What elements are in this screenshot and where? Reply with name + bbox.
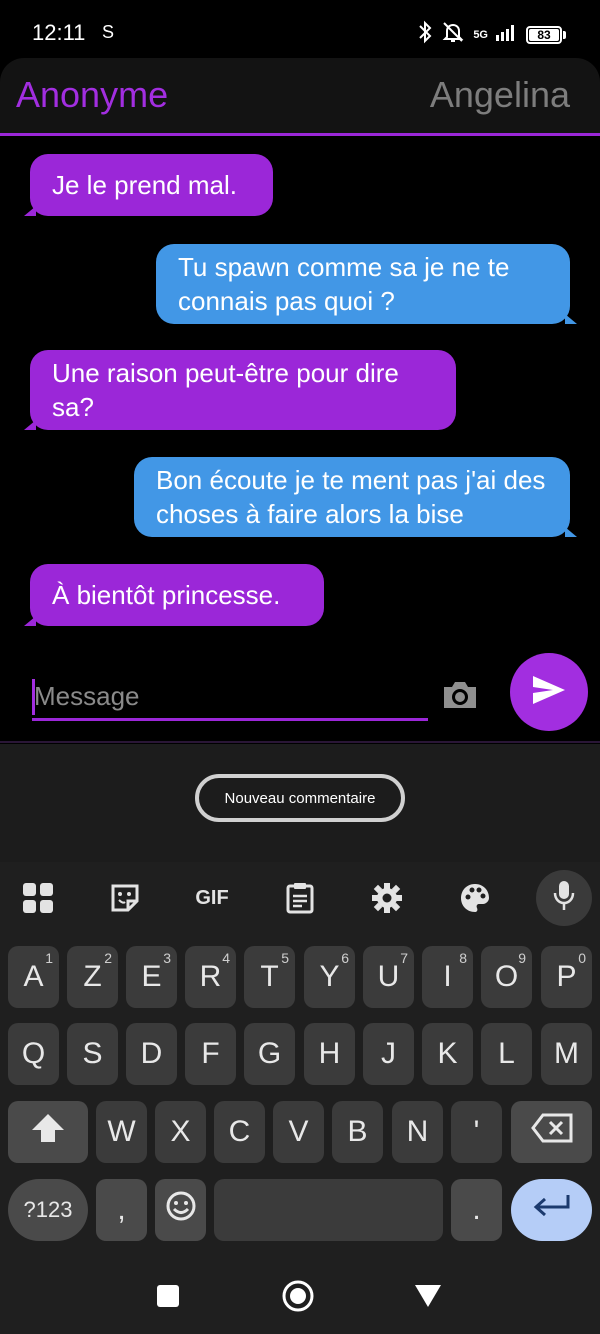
key-f[interactable]: F	[185, 1023, 236, 1085]
new-comment-button[interactable]: Nouveau commentaire	[195, 774, 405, 822]
battery-icon: 83	[526, 25, 566, 44]
enter-key[interactable]	[511, 1179, 592, 1241]
send-icon	[531, 674, 567, 711]
shift-key[interactable]	[8, 1101, 88, 1163]
settings-icon[interactable]	[365, 876, 409, 920]
compose-bar	[0, 645, 600, 743]
key-k[interactable]: K	[422, 1023, 473, 1085]
message-list: Je le prend mal. Tu spawn comme sa je ne…	[0, 140, 600, 640]
keyboard-toolbar: GIF	[0, 862, 600, 932]
key-v[interactable]: V	[273, 1101, 324, 1163]
emoji-key[interactable]	[155, 1179, 206, 1241]
key-w[interactable]: W	[96, 1101, 147, 1163]
message-text: Bon écoute je te ment pas j'ai des chose…	[156, 465, 546, 529]
status-bar: 12:11 S 5G 83	[0, 0, 600, 62]
message-bubble[interactable]: Une raison peut-être pour dire sa?	[24, 350, 456, 430]
text-cursor	[32, 679, 35, 715]
status-time: 12:11	[32, 20, 86, 45]
message-text: Tu spawn comme sa je ne te connais pas q…	[178, 252, 510, 316]
backspace-icon	[530, 1113, 573, 1151]
key-p[interactable]: P0	[541, 946, 592, 1008]
bell-off-icon	[441, 20, 465, 49]
navigation-bar	[0, 1256, 600, 1334]
message-bubble[interactable]: Bon écoute je te ment pas j'ai des chose…	[134, 457, 577, 537]
back-icon[interactable]	[406, 1274, 450, 1318]
recipient-name[interactable]: Angelina	[430, 74, 570, 116]
home-icon[interactable]	[276, 1274, 320, 1318]
key-z[interactable]: Z2	[67, 946, 118, 1008]
key-l[interactable]: L	[481, 1023, 532, 1085]
key-m[interactable]: M	[541, 1023, 592, 1085]
key-j[interactable]: J	[363, 1023, 414, 1085]
key-r[interactable]: R4	[185, 946, 236, 1008]
emoji-icon	[165, 1190, 197, 1230]
key-u[interactable]: U7	[363, 946, 414, 1008]
key-y[interactable]: Y6	[304, 946, 355, 1008]
message-bubble[interactable]: Tu spawn comme sa je ne te connais pas q…	[156, 244, 577, 324]
message-bubble[interactable]: À bientôt princesse.	[24, 564, 324, 626]
comment-bar: Nouveau commentaire	[0, 744, 600, 862]
message-text: Une raison peut-être pour dire sa?	[52, 358, 399, 422]
gif-button[interactable]: GIF	[190, 876, 234, 920]
key-a[interactable]: A1	[8, 946, 59, 1008]
keyboard: GIF A1 Z2 E3 R4 T5 Y6 U7 I8 O9 P0 Q S D …	[0, 862, 600, 1256]
send-button[interactable]	[510, 653, 588, 731]
enter-icon	[532, 1193, 572, 1227]
message-text: À bientôt princesse.	[52, 580, 281, 610]
symbols-key[interactable]: ?123	[8, 1179, 88, 1241]
key-x[interactable]: X	[155, 1101, 206, 1163]
shift-icon	[31, 1113, 65, 1151]
bluetooth-icon	[417, 20, 433, 49]
period-key[interactable]: .	[451, 1179, 502, 1241]
key-i[interactable]: I8	[422, 946, 473, 1008]
key-e[interactable]: E3	[126, 946, 177, 1008]
signal-icon	[496, 23, 518, 46]
sender-name[interactable]: Anonyme	[16, 74, 168, 116]
message-input[interactable]	[32, 675, 428, 721]
clipboard-icon[interactable]	[278, 876, 322, 920]
recents-icon[interactable]	[146, 1274, 190, 1318]
camera-icon[interactable]	[440, 679, 480, 711]
palette-icon[interactable]	[453, 876, 497, 920]
message-bubble[interactable]: Je le prend mal.	[24, 154, 273, 216]
microphone-button[interactable]	[536, 870, 592, 926]
key-n[interactable]: N	[392, 1101, 443, 1163]
microphone-icon	[552, 879, 576, 918]
key-q[interactable]: Q	[8, 1023, 59, 1085]
key-d[interactable]: D	[126, 1023, 177, 1085]
key-b[interactable]: B	[332, 1101, 383, 1163]
key-o[interactable]: O9	[481, 946, 532, 1008]
message-text: Je le prend mal.	[52, 170, 237, 200]
gif-label: GIF	[195, 886, 229, 909]
network-type: 5G	[473, 28, 488, 41]
space-key[interactable]	[214, 1179, 443, 1241]
chat-header: Anonyme Angelina	[0, 58, 600, 136]
key-apostrophe[interactable]: '	[451, 1101, 502, 1163]
backspace-key[interactable]	[511, 1101, 592, 1163]
status-s-indicator: S	[102, 22, 115, 42]
key-h[interactable]: H	[304, 1023, 355, 1085]
key-c[interactable]: C	[214, 1101, 265, 1163]
status-icons: 5G 83	[417, 20, 566, 49]
sticker-icon[interactable]	[103, 876, 147, 920]
comma-key[interactable]: ,	[96, 1179, 147, 1241]
key-s[interactable]: S	[67, 1023, 118, 1085]
key-g[interactable]: G	[244, 1023, 295, 1085]
apps-grid-icon[interactable]	[16, 876, 60, 920]
battery-level: 83	[529, 28, 559, 41]
key-t[interactable]: T5	[244, 946, 295, 1008]
